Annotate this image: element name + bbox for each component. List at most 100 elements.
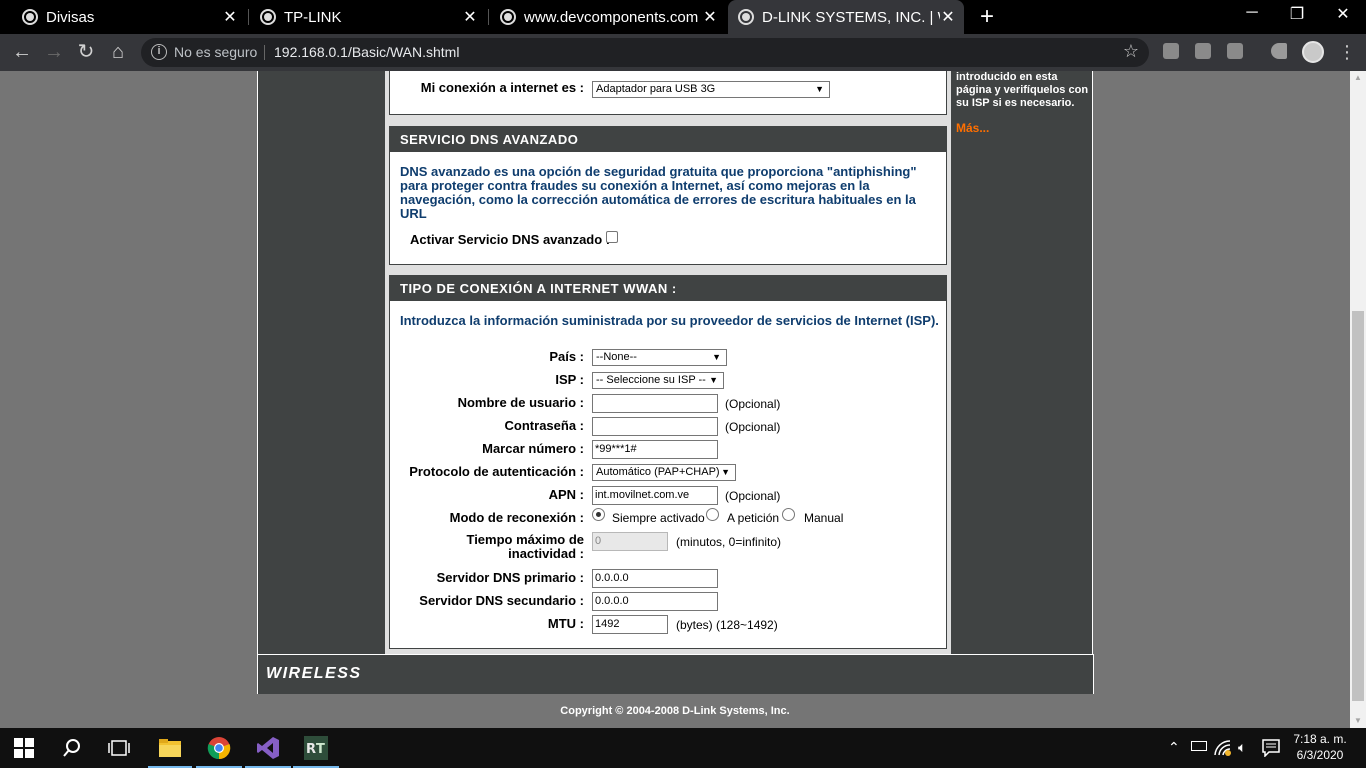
browser-toolbar: ← → ↻ ⌂ i No es seguro 192.168.0.1/Basic… bbox=[0, 34, 1366, 71]
battery-icon[interactable] bbox=[1191, 741, 1207, 751]
key-icon[interactable] bbox=[1271, 43, 1287, 59]
chevron-down-icon: ▼ bbox=[712, 352, 721, 362]
country-label: País : bbox=[549, 349, 584, 364]
address-divider bbox=[264, 45, 265, 60]
help-more-link[interactable]: Más... bbox=[956, 121, 989, 135]
browser-tab-strip: Divisas ✕ TP-LINK ✕ www.devcomponents.co… bbox=[0, 0, 1366, 34]
download-icon[interactable] bbox=[1227, 43, 1243, 59]
reconnect-always-label: Siempre activado bbox=[612, 511, 705, 525]
extension-icon[interactable] bbox=[1195, 43, 1211, 59]
window-close-button[interactable]: ✕ bbox=[1328, 4, 1358, 24]
volume-icon[interactable]: 🔈︎ bbox=[1238, 739, 1246, 756]
close-icon[interactable]: ✕ bbox=[940, 7, 956, 27]
advanced-dns-checkbox[interactable] bbox=[606, 231, 618, 243]
dns-secondary-label: Servidor DNS secundario : bbox=[419, 593, 584, 608]
dial-number-input[interactable]: *99***1# bbox=[592, 440, 718, 459]
reconnect-on-demand-label: A petición bbox=[727, 511, 780, 525]
dns-primary-label: Servidor DNS primario : bbox=[436, 570, 584, 585]
idle-time-label: Tiempo máximo de inactividad : bbox=[390, 533, 584, 561]
left-sidebar bbox=[257, 71, 385, 654]
svg-text:T: T bbox=[316, 742, 325, 757]
chevron-up-icon[interactable]: ⌃ bbox=[1168, 739, 1180, 756]
globe-icon bbox=[500, 9, 516, 25]
reconnect-always-radio[interactable] bbox=[592, 508, 605, 521]
apn-label: APN : bbox=[548, 487, 584, 502]
back-button[interactable]: ← bbox=[10, 40, 34, 64]
notification-icon[interactable] bbox=[1262, 739, 1280, 757]
app-icon[interactable]: RT bbox=[304, 736, 328, 760]
wifi-icon[interactable] bbox=[1214, 740, 1232, 756]
close-icon[interactable]: ✕ bbox=[462, 7, 478, 27]
clock-date: 6/3/2020 bbox=[1296, 748, 1344, 762]
wireless-logo: WIRELESS bbox=[266, 665, 362, 682]
dns-primary-input[interactable]: 0.0.0.0 bbox=[592, 569, 718, 588]
home-button[interactable]: ⌂ bbox=[106, 40, 130, 64]
page-viewport: introducido en esta página y verifíquelo… bbox=[0, 71, 1350, 728]
system-clock[interactable]: 7:18 a. m. 6/3/2020 bbox=[1290, 731, 1350, 763]
mtu-input[interactable]: 1492 bbox=[592, 615, 668, 634]
tab-divisas[interactable]: Divisas ✕ bbox=[14, 0, 246, 34]
menu-icon[interactable]: ⋮ bbox=[1338, 41, 1356, 63]
visual-studio-icon[interactable] bbox=[256, 736, 280, 760]
reconnect-on-demand-radio[interactable] bbox=[706, 508, 719, 521]
country-select[interactable]: --None-- ▼ bbox=[592, 349, 727, 366]
close-icon[interactable]: ✕ bbox=[702, 7, 718, 27]
wwan-box: TIPO DE CONEXIÓN A INTERNET WWAN : Intro… bbox=[389, 275, 947, 649]
extension-icon[interactable] bbox=[1163, 43, 1179, 59]
tab-divider bbox=[248, 9, 249, 25]
scroll-down-icon[interactable]: ▼ bbox=[1350, 714, 1366, 728]
page-scrollbar[interactable]: ▲ ▼ bbox=[1350, 71, 1366, 728]
info-icon[interactable]: i bbox=[151, 44, 167, 60]
security-label[interactable]: No es seguro bbox=[174, 44, 257, 60]
forward-button[interactable]: → bbox=[42, 40, 66, 64]
file-explorer-icon[interactable] bbox=[158, 736, 182, 760]
scroll-up-icon[interactable]: ▲ bbox=[1350, 71, 1366, 85]
copyright-text: Copyright © 2004-2008 D-Link Systems, In… bbox=[560, 705, 790, 717]
search-icon[interactable] bbox=[62, 738, 82, 758]
close-icon[interactable]: ✕ bbox=[222, 7, 238, 27]
advanced-dns-header: SERVICIO DNS AVANZADO bbox=[390, 127, 946, 152]
windows-start-icon[interactable] bbox=[14, 738, 34, 758]
scroll-thumb[interactable] bbox=[1352, 311, 1364, 701]
idle-time-label-line2: inactividad : bbox=[508, 546, 584, 561]
tab-dlink[interactable]: D-LINK SYSTEMS, INC. | W ✕ bbox=[728, 0, 964, 34]
windows-taskbar: RT ⌃ 🔈︎ 7:18 a. m. 6/3/2020 bbox=[0, 728, 1366, 768]
minimize-button[interactable]: ─ bbox=[1237, 4, 1267, 22]
profile-avatar[interactable] bbox=[1302, 41, 1324, 63]
tab-title: www.devcomponents.com bbox=[524, 8, 699, 26]
idle-time-input[interactable]: 0 bbox=[592, 532, 668, 551]
bookmark-star-icon[interactable]: ☆ bbox=[1123, 41, 1139, 62]
apn-input[interactable]: int.movilnet.com.ve bbox=[592, 486, 718, 505]
isp-label: ISP : bbox=[555, 372, 584, 387]
reload-button[interactable]: ↻ bbox=[74, 40, 98, 64]
auth-protocol-select[interactable]: Automático (PAP+CHAP) ▼ bbox=[592, 464, 736, 481]
help-text: introducido en esta página y verifíquelo… bbox=[956, 71, 1089, 109]
restore-button[interactable]: ❐ bbox=[1282, 4, 1312, 24]
tab-tp-link[interactable]: TP-LINK ✕ bbox=[252, 0, 486, 34]
advanced-dns-description: DNS avanzado es una opción de seguridad … bbox=[400, 164, 917, 221]
tab-devcomponents[interactable]: www.devcomponents.com ✕ bbox=[492, 0, 726, 34]
idle-time-note: (minutos, 0=infinito) bbox=[676, 535, 782, 549]
advanced-dns-enable-label: Activar Servicio DNS avanzado : bbox=[410, 232, 611, 247]
connection-type-label: Mi conexión a internet es : bbox=[420, 80, 584, 95]
connection-type-value: Adaptador para USB 3G bbox=[596, 83, 716, 95]
password-input[interactable] bbox=[592, 417, 718, 436]
username-input[interactable] bbox=[592, 394, 718, 413]
connection-type-select[interactable]: Adaptador para USB 3G ▼ bbox=[592, 81, 830, 98]
address-bar[interactable]: i No es seguro 192.168.0.1/Basic/WAN.sht… bbox=[141, 38, 1149, 67]
tab-title: TP-LINK bbox=[284, 8, 342, 26]
auth-protocol-label: Protocolo de autenticación : bbox=[409, 464, 584, 479]
connection-type-box: Mi conexión a internet es : Adaptador pa… bbox=[389, 71, 947, 115]
dns-secondary-input[interactable]: 0.0.0.0 bbox=[592, 592, 718, 611]
isp-select[interactable]: -- Seleccione su ISP -- ▼ bbox=[592, 372, 724, 389]
globe-icon bbox=[738, 9, 754, 25]
reconnect-manual-radio[interactable] bbox=[782, 508, 795, 521]
tab-divider bbox=[488, 9, 489, 25]
footer-band: WIRELESS bbox=[257, 654, 1094, 694]
wwan-intro: Introduzca la información suministrada p… bbox=[400, 313, 939, 328]
chrome-icon[interactable] bbox=[207, 736, 231, 760]
country-value: --None-- bbox=[596, 351, 637, 363]
task-view-icon[interactable] bbox=[108, 738, 130, 758]
new-tab-button[interactable]: + bbox=[977, 3, 997, 31]
url-text[interactable]: 192.168.0.1/Basic/WAN.shtml bbox=[274, 44, 459, 60]
